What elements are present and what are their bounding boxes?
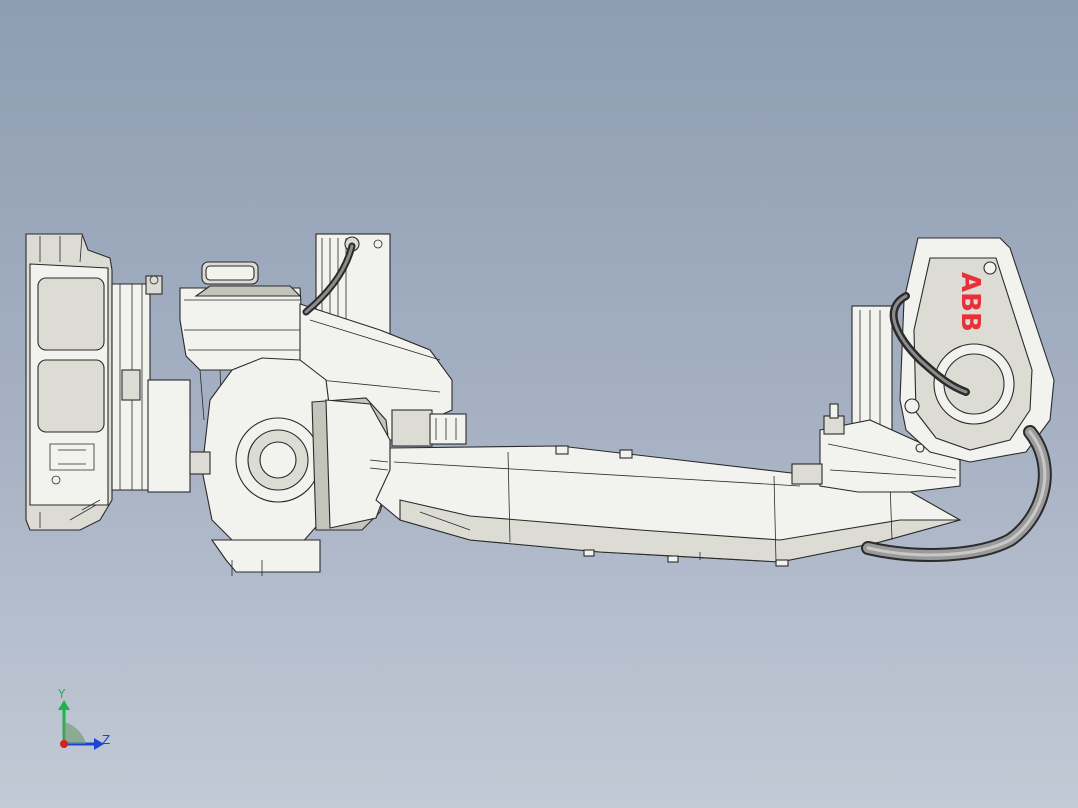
elbow-gear-drum bbox=[311, 397, 393, 531]
y-axis-arrowhead bbox=[58, 700, 70, 710]
abb-logo: ABB bbox=[955, 272, 985, 332]
y-axis-label: Y bbox=[57, 687, 66, 701]
z-axis-label: Z bbox=[102, 733, 110, 747]
coordinate-triad: Y Z bbox=[57, 687, 110, 750]
base-rotary-hub bbox=[111, 275, 191, 493]
cad-viewport[interactable]: ABB Y Z bbox=[0, 0, 1078, 808]
x-axis-dot bbox=[60, 740, 68, 748]
robot-arm-drawing: ABB Y Z bbox=[25, 233, 1055, 750]
elbow-joint bbox=[189, 357, 331, 576]
base-flange bbox=[25, 233, 113, 531]
triad-plane-shade bbox=[64, 722, 86, 744]
